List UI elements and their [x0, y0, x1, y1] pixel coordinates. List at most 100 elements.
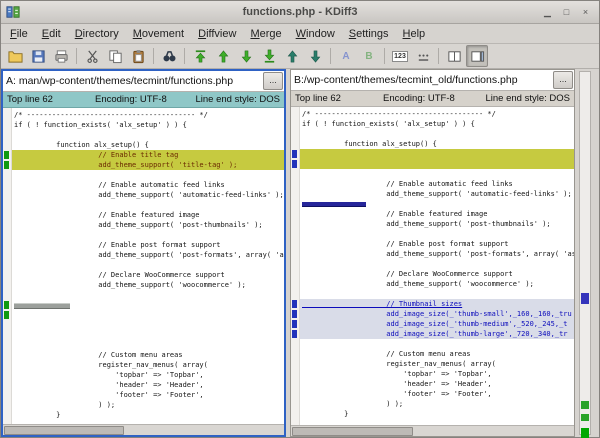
missing-lines-bar: [14, 303, 70, 309]
code-line: if ( ! function_exists( 'alx_setup' ) ) …: [300, 119, 574, 129]
pane-b-hscrollbar[interactable]: [291, 425, 574, 436]
prev-delta-icon[interactable]: [212, 45, 234, 67]
pane-b-encoding: Encoding: UTF-8: [383, 93, 483, 104]
menu-item-diffview[interactable]: Diffview: [191, 26, 243, 42]
close-button[interactable]: ×: [578, 5, 593, 19]
pane-a-title: A: man/wp-content/themes/tecmint/functio…: [3, 75, 263, 87]
menu-item-directory[interactable]: Directory: [68, 26, 126, 42]
next-delta-icon[interactable]: [235, 45, 257, 67]
code-line: add_theme_support( 'automatic-feed-links…: [300, 189, 574, 199]
pane-a-hscroll-thumb[interactable]: [4, 426, 124, 435]
code-line: // Enable title tag: [12, 150, 284, 160]
code-line: // Enable automatic feed links: [300, 179, 574, 189]
code-line: // Declare WooCommerce support: [300, 269, 574, 279]
code-line: [12, 200, 284, 210]
split-view-icon[interactable]: [443, 45, 465, 67]
code-line: if ( ! function_exists( 'alx_setup' ) ) …: [12, 120, 284, 130]
overview-diff-mark: [581, 414, 589, 421]
pane-b-hscroll-thumb[interactable]: [292, 427, 413, 436]
code-line: ) );: [300, 399, 574, 409]
diff-margin-mark: [4, 311, 9, 319]
titlebar[interactable]: functions.php - KDiff3 ▁ □ ×: [1, 1, 599, 24]
find-icon[interactable]: [158, 45, 180, 67]
pane-a: A: man/wp-content/themes/tecmint/functio…: [1, 69, 286, 437]
code-line: add_theme_support( 'automatic-feed-links…: [12, 190, 284, 200]
code-line: /* -------------------------------------…: [12, 110, 284, 120]
menu-item-file[interactable]: File: [3, 26, 35, 42]
code-line: 'header' => 'Header',: [12, 380, 284, 390]
menu-item-merge[interactable]: Merge: [243, 26, 288, 42]
toolbar-separator: [184, 48, 185, 64]
menu-item-edit[interactable]: Edit: [35, 26, 68, 42]
code-line: // Enable featured image: [12, 210, 284, 220]
code-line: [12, 320, 284, 330]
code-line: // Declare WooCommerce support: [12, 270, 284, 280]
code-line: [300, 259, 574, 269]
diff-overview-column[interactable]: [575, 69, 599, 437]
copy-icon[interactable]: [104, 45, 126, 67]
show-line-numbers-icon[interactable]: 123: [389, 45, 411, 67]
code-line: [12, 170, 284, 180]
toolbar: A B 123: [1, 44, 599, 69]
code-line: // Enable post format support: [300, 239, 574, 249]
overview-diff-mark: [581, 401, 589, 409]
pane-b-infobar: Top line 62 Encoding: UTF-8 Line end sty…: [291, 91, 574, 107]
minimize-button[interactable]: ▁: [540, 5, 555, 19]
code-line: [12, 260, 284, 270]
code-line: add_image_size(_'thumb-medium',_520,_245…: [300, 319, 574, 329]
paste-icon[interactable]: [127, 45, 149, 67]
code-line: [12, 330, 284, 340]
code-line: [300, 159, 574, 169]
code-line: // Custom menu areas: [300, 349, 574, 359]
toolbar-separator: [153, 48, 154, 64]
maximize-button[interactable]: □: [559, 5, 574, 19]
print-icon[interactable]: [50, 45, 72, 67]
code-line: 'topbar' => 'Topbar',: [300, 369, 574, 379]
pane-a-code-area[interactable]: /* -------------------------------------…: [3, 108, 284, 424]
toolbar-separator: [76, 48, 77, 64]
pane-a-browse-button[interactable]: ...: [263, 72, 283, 90]
open-file-icon[interactable]: [4, 45, 26, 67]
overview-diff-mark: [581, 293, 589, 304]
overview-diff-mark: [581, 428, 589, 438]
menu-item-help[interactable]: Help: [396, 26, 433, 42]
code-line: register_nav_menus( array(: [300, 359, 574, 369]
window-title: functions.php - KDiff3: [1, 6, 599, 18]
pane-b-code-area[interactable]: /* -------------------------------------…: [291, 107, 574, 425]
first-delta-icon[interactable]: [189, 45, 211, 67]
last-delta-icon[interactable]: [258, 45, 280, 67]
code-line: 'topbar' => 'Topbar',: [12, 370, 284, 380]
diff-margin-mark: [4, 301, 9, 309]
toolbar-separator: [330, 48, 331, 64]
code-line: add_image_size(_'thumb-small',_160,_160,…: [300, 309, 574, 319]
diff-margin-mark: [292, 320, 297, 328]
prev-conflict-icon[interactable]: [281, 45, 303, 67]
pane-b-code: /* -------------------------------------…: [300, 107, 574, 425]
code-line: [300, 289, 574, 299]
choose-b-icon[interactable]: B: [358, 45, 380, 67]
pane-b: B:/wp-content/themes/tecmint_old/functio…: [290, 69, 575, 437]
next-conflict-icon[interactable]: [304, 45, 326, 67]
code-line: add_image_size(_'thumb-large',_720,_340,…: [300, 329, 574, 339]
code-line: [12, 340, 284, 350]
pane-b-top-line: Top line 62: [291, 93, 383, 104]
overview-column-icon[interactable]: [466, 45, 488, 67]
choose-a-icon[interactable]: A: [335, 45, 357, 67]
save-icon[interactable]: [27, 45, 49, 67]
overview-track[interactable]: [579, 71, 591, 435]
pane-a-top-line: Top line 62: [3, 94, 95, 105]
code-line: [12, 310, 284, 320]
code-line: [300, 229, 574, 239]
pane-b-header: B:/wp-content/themes/tecmint_old/functio…: [291, 70, 574, 91]
pane-a-hscrollbar[interactable]: [3, 424, 284, 435]
menu-item-movement[interactable]: Movement: [126, 26, 191, 42]
pane-a-encoding: Encoding: UTF-8: [95, 94, 195, 105]
pane-b-browse-button[interactable]: ...: [553, 71, 573, 89]
menu-item-settings[interactable]: Settings: [342, 26, 396, 42]
code-line: add_theme_support( 'post-thumbnails' );: [300, 219, 574, 229]
code-line: 'header' => 'Header',: [300, 379, 574, 389]
menu-item-window[interactable]: Window: [289, 26, 342, 42]
pane-a-line-end-style: Line end style: DOS: [195, 94, 284, 105]
show-whitespace-icon[interactable]: [412, 45, 434, 67]
cut-icon[interactable]: [81, 45, 103, 67]
